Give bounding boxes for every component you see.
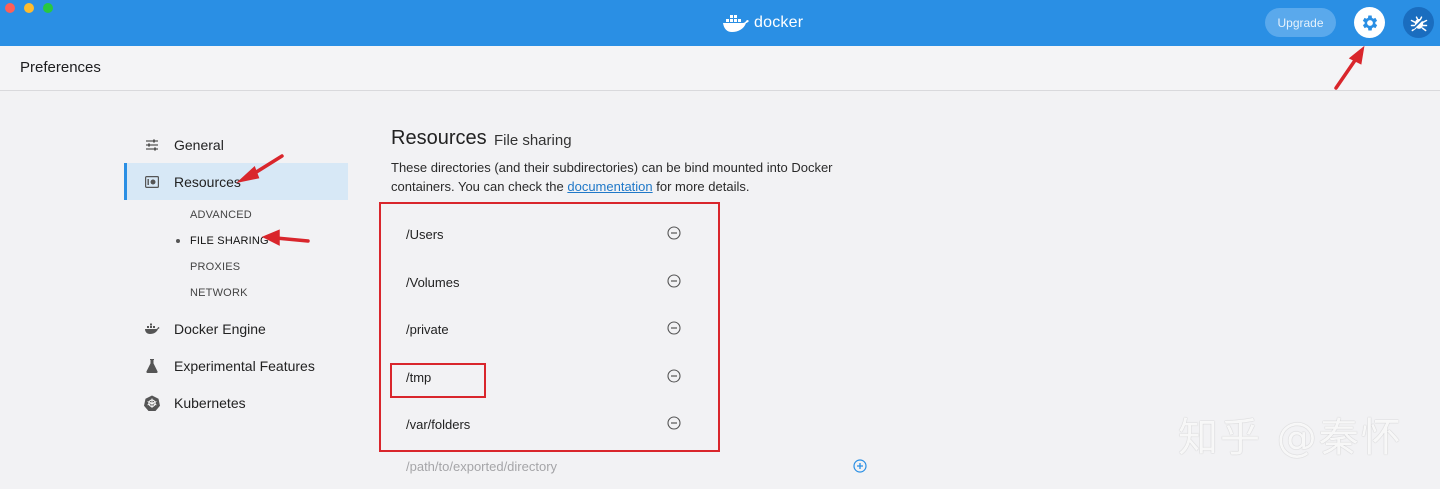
sidebar-item-label: Docker Engine (174, 320, 266, 337)
sidebar-item-label: General (174, 136, 224, 153)
close-window-button[interactable] (5, 3, 15, 13)
sidebar-item-kubernetes[interactable]: Kubernetes (124, 384, 348, 421)
title-bar: docker Upgrade (0, 0, 1440, 46)
preferences-header: Preferences (0, 46, 1440, 91)
section-title: Resources (391, 127, 487, 149)
whale-logo-icon (723, 15, 749, 32)
sidebar-item-general[interactable]: General (124, 126, 348, 163)
settings-button[interactable] (1354, 7, 1385, 38)
upgrade-button[interactable]: Upgrade (1265, 8, 1336, 37)
section-subtitle: File sharing (494, 132, 572, 149)
watermark: 知乎 @秦怀 (1178, 415, 1403, 461)
sidebar-subitem-advanced[interactable]: ADVANCED (124, 202, 348, 228)
sidebar-item-experimental-features[interactable]: Experimental Features (124, 347, 348, 384)
page-title: Preferences (20, 59, 101, 76)
gear-icon (1362, 15, 1377, 30)
resources-icon (144, 174, 160, 190)
whale-icon (144, 321, 160, 337)
sliders-icon (144, 137, 160, 153)
zoom-window-button[interactable] (43, 3, 53, 13)
add-directory-row: /path/to/exported/directory (391, 456, 871, 478)
sidebar-subitem-file-sharing[interactable]: FILE SHARING (124, 228, 348, 254)
sidebar-item-label: Kubernetes (174, 394, 246, 411)
troubleshoot-button[interactable] (1403, 7, 1434, 38)
sidebar-subitem-label: ADVANCED (190, 209, 252, 221)
add-directory-icon[interactable] (853, 459, 867, 473)
sidebar-subitem-network[interactable]: NETWORK (124, 280, 348, 306)
sidebar-subitem-label: PROXIES (190, 261, 241, 273)
annotation-box-directory-list (379, 202, 720, 452)
annotation-box-tmp (390, 363, 486, 398)
bug-icon (1410, 15, 1427, 31)
description-text-end: for more details. (652, 179, 750, 194)
sidebar-item-label: Experimental Features (174, 357, 315, 374)
logo-text: docker (754, 14, 804, 31)
kubernetes-icon (144, 395, 160, 411)
sidebar-item-label: Resources (174, 173, 241, 190)
docker-logo: docker (722, 12, 803, 34)
active-dot (176, 239, 180, 243)
flask-icon (144, 358, 160, 374)
sidebar-subitem-label: NETWORK (190, 287, 248, 299)
file-sharing-description: These directories (and their subdirector… (391, 158, 871, 196)
preferences-sidebar: General Resources ADVANCED FILE SHARING … (124, 126, 348, 421)
sidebar-item-docker-engine[interactable]: Docker Engine (124, 310, 348, 347)
sidebar-item-resources[interactable]: Resources (124, 163, 348, 200)
sidebar-subitem-label: FILE SHARING (190, 235, 269, 247)
sidebar-subitem-proxies[interactable]: PROXIES (124, 254, 348, 280)
minimize-window-button[interactable] (24, 3, 34, 13)
documentation-link[interactable]: documentation (567, 179, 652, 194)
new-directory-input[interactable]: /path/to/exported/directory (406, 459, 557, 474)
